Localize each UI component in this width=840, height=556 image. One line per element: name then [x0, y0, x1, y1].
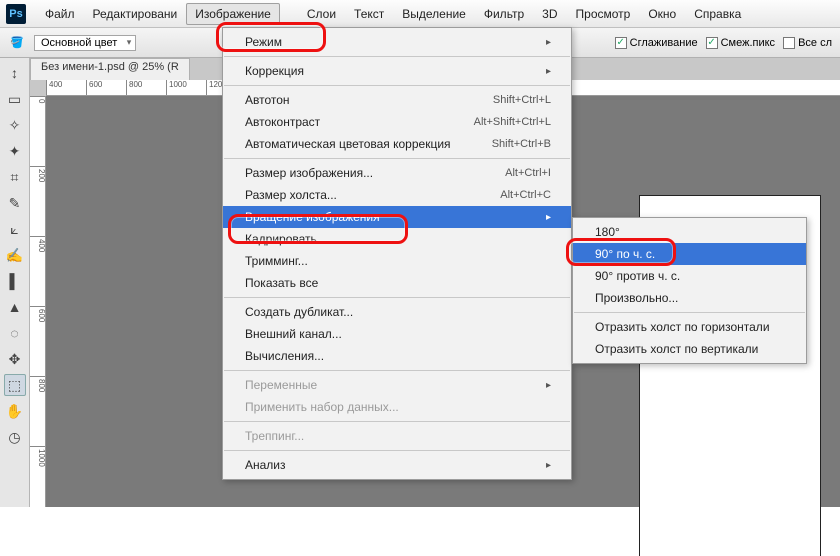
app-logo: Ps [6, 4, 26, 24]
menu-shortcut: Shift+Ctrl+L [493, 94, 551, 106]
menu-item-label: Отразить холст по горизонтали [595, 320, 770, 334]
menu-item-label: Вычисления... [245, 349, 324, 363]
menu-просмотр[interactable]: Просмотр [567, 3, 640, 25]
image-menu-item-5[interactable]: Автоконтраст Alt+Shift+Ctrl+L [223, 111, 571, 133]
image-menu-item-12[interactable]: Тримминг... [223, 250, 571, 272]
tool-0[interactable]: ↕ [4, 62, 26, 84]
image-menu-item-6[interactable]: Автоматическая цветовая коррекция Shift+C… [223, 133, 571, 155]
menu-item-label: Произвольно... [595, 291, 678, 305]
image-menu-item-4[interactable]: Автотон Shift+Ctrl+L [223, 89, 571, 111]
tool-2[interactable]: ✧ [4, 114, 26, 136]
menu-фильтр[interactable]: Фильтр [475, 3, 533, 25]
menu-item-label: Анализ [245, 458, 286, 472]
rotation-submenu-item-5[interactable]: Отразить холст по горизонтали [573, 316, 806, 338]
menu-shortcut: Alt+Shift+Ctrl+L [474, 116, 551, 128]
menu-item-label: Создать дубликат... [245, 305, 353, 319]
tool-5[interactable]: ✎ [4, 192, 26, 214]
menu-слои[interactable]: Слои [298, 3, 345, 25]
menu-item-label: Отразить холст по вертикали [595, 342, 758, 356]
menu-shortcut: Alt+Ctrl+I [505, 167, 551, 179]
ruler-vertical: 02004006008001000 [30, 96, 46, 507]
submenu-arrow-icon: ▸ [546, 66, 551, 77]
tool-4[interactable]: ⌗ [4, 166, 26, 188]
menu-item-label: 90° по ч. с. [595, 247, 655, 261]
menu-3d[interactable]: 3D [533, 3, 566, 25]
all-layers-checkbox[interactable]: Все сл [783, 37, 832, 49]
fill-mode-select[interactable]: Основной цвет [34, 35, 136, 51]
antialias-label: Сглаживание [630, 37, 698, 49]
menu-изображение[interactable]: Изображение [186, 3, 280, 25]
menu-редактировани[interactable]: Редактировани [84, 3, 187, 25]
menu-item-label: Треппинг... [245, 429, 304, 443]
tool-10[interactable]: ◌ [4, 322, 26, 344]
menu-shortcut: Shift+Ctrl+B [492, 138, 551, 150]
rotation-submenu-item-3[interactable]: Произвольно... [573, 287, 806, 309]
image-menu-item-8[interactable]: Размер изображения... Alt+Ctrl+I [223, 162, 571, 184]
image-menu-item-24[interactable]: Анализ ▸ [223, 454, 571, 476]
rotation-submenu-item-1[interactable]: 90° по ч. с. [573, 243, 806, 265]
image-menu-item-11[interactable]: Кадрировать [223, 228, 571, 250]
all-layers-label: Все сл [798, 37, 832, 49]
menu-item-label: Коррекция [245, 64, 304, 78]
image-menu-item-9[interactable]: Размер холста... Alt+Ctrl+C [223, 184, 571, 206]
tool-1[interactable]: ▭ [4, 88, 26, 110]
menubar: Ps ФайлРедактированиИзображение СлоиТекст… [0, 0, 840, 28]
menu-item-label: Вращение изображения [245, 210, 380, 224]
rotation-submenu-item-2[interactable]: 90° против ч. с. [573, 265, 806, 287]
image-menu-item-2[interactable]: Коррекция ▸ [223, 60, 571, 82]
menu-окно[interactable]: Окно [639, 3, 685, 25]
rotation-submenu-item-0[interactable]: 180° [573, 221, 806, 243]
bucket-icon: 🪣 [8, 34, 26, 52]
image-menu-item-0[interactable]: Режим ▸ [223, 31, 571, 53]
menu-item-label: 90° против ч. с. [595, 269, 680, 283]
image-menu-item-15[interactable]: Создать дубликат... [223, 301, 571, 323]
tool-11[interactable]: ✥ [4, 348, 26, 370]
menu-файл[interactable]: Файл [36, 3, 84, 25]
menu-item-label: Размер холста... [245, 188, 337, 202]
tool-13[interactable]: ✋ [4, 400, 26, 422]
menu-item-label: Внешний канал... [245, 327, 342, 341]
tool-9[interactable]: ▲ [4, 296, 26, 318]
tool-6[interactable]: ⟀ [4, 218, 26, 240]
rotation-submenu-item-6[interactable]: Отразить холст по вертикали [573, 338, 806, 360]
menu-item-label: Автотон [245, 93, 290, 107]
tool-7[interactable]: ✍ [4, 244, 26, 266]
menu-shortcut: Alt+Ctrl+C [500, 189, 551, 201]
menu-item-label: Размер изображения... [245, 166, 373, 180]
image-menu-item-19: Переменные ▸ [223, 374, 571, 396]
image-menu-item-13[interactable]: Показать все [223, 272, 571, 294]
contiguous-label: Смеж.пикс [721, 37, 775, 49]
menu-выделение[interactable]: Выделение [393, 3, 475, 25]
document-tab[interactable]: Без имени-1.psd @ 25% (R [30, 58, 190, 80]
image-menu-item-16[interactable]: Внешний канал... [223, 323, 571, 345]
image-menu-item-22: Треппинг... [223, 425, 571, 447]
tool-14[interactable]: ◷ [4, 426, 26, 448]
submenu-arrow-icon: ▸ [546, 380, 551, 391]
menu-item-label: Режим [245, 35, 282, 49]
tools-panel: ↕ ▭ ✧ ✦ ⌗ ✎ ⟀ ✍ ▌ ▲ ◌ ✥ ⬚ ✋ ◷ [0, 58, 30, 507]
antialias-checkbox[interactable]: ✓Сглаживание [615, 37, 698, 49]
menu-справка[interactable]: Справка [685, 3, 750, 25]
menu-текст[interactable]: Текст [345, 3, 393, 25]
submenu-arrow-icon: ▸ [546, 37, 551, 48]
menu-item-label: Автоконтраст [245, 115, 320, 129]
menu-item-label: Автоматическая цветовая коррекция [245, 137, 451, 151]
tool-12[interactable]: ⬚ [4, 374, 26, 396]
menu-item-label: Применить набор данных... [245, 400, 399, 414]
image-menu-item-20: Применить набор данных... [223, 396, 571, 418]
menu-item-label: Кадрировать [245, 232, 317, 246]
image-menu-item-17[interactable]: Вычисления... [223, 345, 571, 367]
tool-3[interactable]: ✦ [4, 140, 26, 162]
contiguous-checkbox[interactable]: ✓Смеж.пикс [706, 37, 775, 49]
rotation-submenu[interactable]: 180° 90° по ч. с. 90° против ч. с. Произвол… [572, 217, 807, 364]
menu-item-label: Тримминг... [245, 254, 308, 268]
menu-item-label: Переменные [245, 378, 317, 392]
submenu-arrow-icon: ▸ [546, 212, 551, 223]
image-menu-item-10[interactable]: Вращение изображения ▸ [223, 206, 571, 228]
submenu-arrow-icon: ▸ [546, 460, 551, 471]
menu-item-label: Показать все [245, 276, 318, 290]
tool-8[interactable]: ▌ [4, 270, 26, 292]
menu-item-label: 180° [595, 225, 620, 239]
image-menu[interactable]: Режим ▸ Коррекция ▸ Автотон Shift+Ctrl+L Авток… [222, 27, 572, 480]
